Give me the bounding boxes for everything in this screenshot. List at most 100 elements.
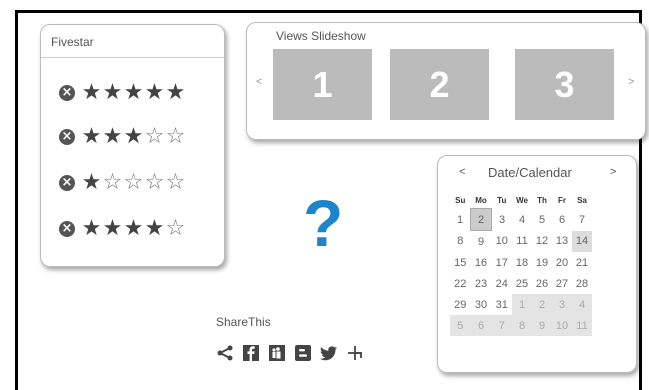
calendar-week-row: 5 6 7 8 9 10 11 [450,315,592,336]
calendar-day[interactable]: 2 [532,294,552,315]
star-filled-icon[interactable]: ★ [165,81,186,105]
calendar-day[interactable]: 17 [492,252,513,273]
calendar-day[interactable]: 1 [450,209,471,231]
twitter-icon[interactable] [320,344,338,362]
facebook-icon[interactable] [242,344,260,362]
delicious-icon[interactable] [346,344,364,362]
calendar-day[interactable]: 6 [552,209,572,231]
calendar-day[interactable]: 5 [450,315,471,336]
calendar-grid: Su Mo Tu We Th Fr Sa 1 2 3 4 5 6 7 8 9 10 11 12 13 14 15 16 17… [450,192,592,336]
star-empty-icon[interactable]: ☆ [102,171,123,195]
weekday-header: Mo [475,195,487,205]
calendar-day[interactable]: 11 [512,231,532,253]
calendar-prev-button[interactable]: < [459,166,465,178]
calendar-title: Date/Calendar [488,165,572,180]
calendar-week-row: 8 9 10 11 12 13 14 [450,230,592,253]
calendar-day[interactable]: 13 [552,231,572,253]
calendar-day[interactable]: 14 [572,230,592,252]
slide-2[interactable]: 2 [390,49,489,120]
rating-row: × ★ ★ ★ ★ ★ [59,79,186,107]
calendar-day[interactable]: 9 [471,231,492,253]
weekday-header: Fr [558,195,566,205]
calendar-day[interactable]: 20 [552,252,572,273]
weekday-header: Sa [577,195,587,205]
calendar-day[interactable]: 8 [450,231,471,253]
calendar-day[interactable]: 9 [532,315,552,336]
calendar-day[interactable]: 8 [512,315,532,336]
star-filled-icon[interactable]: ★ [144,81,165,105]
calendar-day[interactable]: 3 [552,294,572,315]
calendar-day[interactable]: 29 [450,294,471,315]
calendar-week-row: 29 30 31 1 2 3 4 [450,294,592,315]
calendar-day[interactable]: 2 [470,208,492,231]
calendar-day[interactable]: 10 [492,231,513,253]
slideshow-title: Views Slideshow [276,29,366,43]
slide-1[interactable]: 1 [273,49,372,120]
star-filled-icon[interactable]: ★ [81,217,102,241]
calendar-day[interactable]: 28 [572,273,592,294]
calendar-week-row: 15 16 17 18 19 20 21 [450,252,592,273]
star-empty-icon[interactable]: ☆ [144,125,165,149]
calendar-day[interactable]: 21 [572,252,592,273]
calendar-day[interactable]: 16 [471,252,492,273]
calendar-day[interactable]: 3 [492,209,513,231]
fivestar-widget: Fivestar × ★ ★ ★ ★ ★ × ★ ★ ★ ☆ ☆ × ★ ☆ ☆ ☆ ☆ × ★ ★ ★ ★ ☆ [40,24,225,267]
star-filled-icon[interactable]: ★ [123,125,144,149]
calendar-day[interactable]: 19 [532,252,552,273]
slideshow-prev-arrow[interactable]: < [256,76,262,88]
calendar-day[interactable]: 11 [572,315,592,336]
star-empty-icon[interactable]: ☆ [165,125,186,149]
star-empty-icon[interactable]: ☆ [144,171,165,195]
star-filled-icon[interactable]: ★ [102,217,123,241]
star-filled-icon[interactable]: ★ [144,217,165,241]
calendar-day[interactable]: 1 [512,294,532,315]
star-filled-icon[interactable]: ★ [81,81,102,105]
question-mark-placeholder: ? [303,186,344,260]
star-filled-icon[interactable]: ★ [123,81,144,105]
star-empty-icon[interactable]: ☆ [165,171,186,195]
calendar-day[interactable]: 24 [492,273,513,294]
star-filled-icon[interactable]: ★ [102,81,123,105]
share-icon[interactable] [216,344,234,362]
star-empty-icon[interactable]: ☆ [165,217,186,241]
calendar-day[interactable]: 15 [450,252,471,273]
calendar-day[interactable]: 6 [470,315,492,336]
calendar-header: < Date/Calendar > [438,164,638,186]
myspace-icon[interactable] [268,344,286,362]
blogger-icon[interactable] [294,344,312,362]
calendar-day[interactable]: 12 [532,231,552,253]
calendar-day[interactable]: 7 [572,209,592,231]
cancel-rating-icon[interactable]: × [59,221,75,237]
cancel-rating-icon[interactable]: × [59,175,75,191]
calendar-day[interactable]: 26 [532,273,552,294]
star-filled-icon[interactable]: ★ [123,217,144,241]
slide-3[interactable]: 3 [515,49,614,120]
star-empty-icon[interactable]: ☆ [123,171,144,195]
star-filled-icon[interactable]: ★ [102,125,123,149]
cancel-rating-icon[interactable]: × [59,129,75,145]
calendar-widget: < Date/Calendar > Su Mo Tu We Th Fr Sa 1234567… [437,155,637,373]
weekday-header: We [516,195,528,205]
calendar-day[interactable]: 22 [450,273,471,294]
calendar-day[interactable]: 30 [471,294,492,315]
sharethis-icons [216,344,364,362]
star-filled-icon[interactable]: ★ [81,125,102,149]
calendar-next-button[interactable]: > [610,166,616,178]
weekday-header: Su [455,195,466,205]
star-filled-icon[interactable]: ★ [81,171,102,195]
calendar-week-row: 1234567 [450,208,592,231]
calendar-day[interactable]: 4 [512,209,532,231]
rating-row: × ★ ★ ★ ☆ ☆ [59,123,186,151]
calendar-day[interactable]: 18 [512,252,532,273]
calendar-day[interactable]: 7 [491,315,512,336]
calendar-day[interactable]: 10 [552,315,572,336]
calendar-day[interactable]: 4 [572,294,592,315]
calendar-day[interactable]: 25 [512,273,532,294]
calendar-day[interactable]: 23 [471,273,492,294]
cancel-rating-icon[interactable]: × [59,85,75,101]
weekday-header: Tu [497,195,507,205]
slideshow-next-arrow[interactable]: > [628,76,634,88]
calendar-day[interactable]: 5 [532,209,552,231]
calendar-day[interactable]: 31 [492,294,513,315]
calendar-day[interactable]: 27 [552,273,572,294]
